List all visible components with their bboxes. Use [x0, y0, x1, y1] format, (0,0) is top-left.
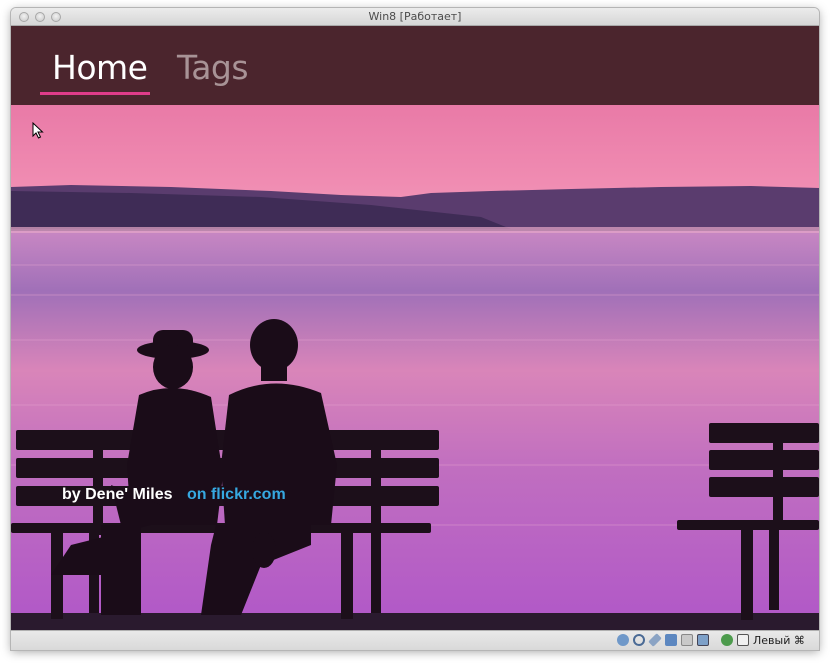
tab-home[interactable]: Home — [52, 48, 148, 87]
vm-window: Win8 [Работает] Home Tags by Dene' Miles… — [11, 8, 819, 650]
display-icon[interactable] — [697, 634, 709, 646]
flickr-link[interactable]: on flickr.com — [187, 486, 286, 503]
photo-author: by Dene' Miles — [62, 486, 173, 503]
featured-photo[interactable] — [11, 105, 819, 630]
shared-folder-icon[interactable] — [681, 634, 693, 646]
vm-status-bar: Левый ⌘ — [11, 630, 819, 650]
usb-icon[interactable] — [648, 633, 662, 647]
capture-icon[interactable] — [721, 634, 733, 646]
cd-icon[interactable] — [633, 634, 645, 646]
mouse-integration-icon[interactable] — [737, 634, 749, 646]
tab-tags[interactable]: Tags — [177, 48, 249, 87]
app-content: Home Tags by Dene' Miles on flickr.com — [11, 26, 819, 630]
mouse-pointer-icon — [32, 121, 44, 145]
title-bar[interactable]: Win8 [Работает] — [11, 8, 819, 26]
window-title: Win8 [Работает] — [368, 10, 462, 23]
photo-caption: by Dene' Miles on flickr.com — [62, 486, 286, 504]
active-tab-indicator — [40, 92, 150, 95]
disk-icon[interactable] — [617, 634, 629, 646]
network-icon[interactable] — [665, 634, 677, 646]
host-key-label: Левый ⌘ — [753, 634, 805, 647]
nav-bar: Home Tags — [11, 26, 819, 105]
